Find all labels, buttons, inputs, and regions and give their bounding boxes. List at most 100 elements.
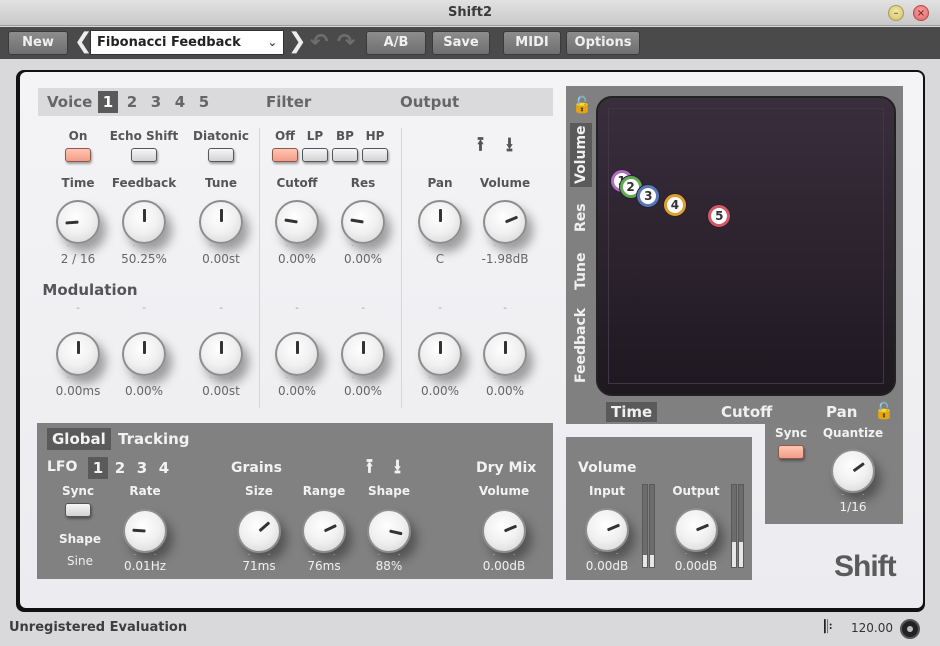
xy-pad[interactable]: 12345 [596,96,896,396]
voice-tab-1[interactable]: 1 [98,91,118,113]
window-title: Shift2 [448,5,492,20]
midi-button[interactable]: MIDI [503,31,561,55]
grains-upload-icon[interactable]: ⭱ [366,452,373,486]
grain-size-knob[interactable] [237,509,281,553]
new-button[interactable]: New [8,31,68,55]
echo-shift-toggle[interactable] [131,148,157,162]
volume-mod-knob[interactable] [483,332,527,376]
redo-icon[interactable]: ↷ [337,30,355,56]
tab-tracking[interactable]: Tracking [113,428,195,450]
lfo-shape-value[interactable]: Sine [67,554,93,568]
output-volume-label: Output [672,484,720,498]
voice-dot-4[interactable]: 4 [663,193,686,216]
x-tab-time[interactable]: Time [606,402,658,422]
tune-label: Tune [204,176,238,190]
options-button[interactable]: Options [566,31,640,55]
volume-mod-knob-range-marks: ·· [493,374,535,382]
voice-tab-2[interactable]: 2 [122,91,142,113]
y-tab-feedback[interactable]: Feedback [570,305,592,385]
y-tab-volume[interactable]: Volume [570,123,592,187]
filter-hp-toggle[interactable] [362,148,388,162]
grain-size-knob-range-marks: ·· [247,551,289,559]
time-knob[interactable] [56,200,100,244]
ab-button[interactable]: A/B [366,31,426,55]
minimize-button[interactable]: – [888,5,904,21]
tune-knob-range-marks: ·· [209,242,251,250]
upload-icon[interactable]: ⭱ [477,130,484,164]
pan-mod-knob[interactable] [418,332,462,376]
grain-shape-knob[interactable] [367,509,411,553]
time-mod-knob[interactable] [56,332,100,376]
voice-header: Voice 1 2 3 4 5 Filter Output [38,88,553,116]
grain-shape-knob-range-marks: ·· [377,551,419,559]
output-volume-knob[interactable] [674,508,718,552]
voice-tab-5[interactable]: 5 [194,91,214,113]
lfo-rate-knob[interactable] [123,509,167,553]
tempo-value[interactable]: 120.00 [851,621,893,635]
feedback-mod-knob[interactable] [122,332,166,376]
tune-mod-value: 0.00st [202,384,240,398]
filter-off-toggle[interactable] [272,148,298,162]
y-tab-res[interactable]: Res [570,198,592,238]
input-meter-right [649,484,655,568]
quantize-knob[interactable] [831,449,875,493]
cutoff-mod-knob-range-marks: ·· [285,374,327,382]
chevron-down-icon: ⌄ [267,36,277,49]
input-volume-knob[interactable] [585,508,629,552]
voice-dot-3[interactable]: 3 [637,184,660,207]
volume-knob[interactable] [483,200,527,244]
tab-global[interactable]: Global [47,428,111,450]
output-meter-right [738,484,744,568]
save-button[interactable]: Save [432,31,490,55]
next-preset-icon[interactable]: ❯ [288,29,306,55]
quantize-value: 1/16 [839,500,867,514]
filter-off-label: Off [275,129,295,143]
x-tab-pan[interactable]: Pan [821,402,862,422]
metronome-icon[interactable]: 𝄆 [824,617,833,638]
lfo-sync-toggle[interactable] [65,503,91,517]
midi-connector-icon[interactable] [900,619,920,639]
preset-select[interactable]: Fibonacci Feedback ⌄ [90,30,284,55]
volume-value: -1.98dB [481,252,529,266]
on-label: On [68,129,88,143]
grain-range-knob[interactable] [302,509,346,553]
grains-download-icon[interactable]: ⭳ [394,452,401,486]
close-button[interactable]: × [913,5,929,21]
res-label: Res [350,176,376,190]
feedback-mod-value: 0.00% [124,384,164,398]
lfo-tab-1[interactable]: 1 [88,457,108,479]
x-lock-icon[interactable]: 🔓 [874,401,894,420]
download-icon[interactable]: ⭳ [506,130,513,164]
input-meter-left [642,484,648,568]
diatonic-toggle[interactable] [208,148,234,162]
tune-knob[interactable] [199,200,243,244]
lfo-tab-2[interactable]: 2 [110,457,130,479]
feedback-mod-knob-range-marks: ·· [132,374,174,382]
input-volume-knob-pointer [606,523,620,532]
feedback-knob[interactable] [122,200,166,244]
y-lock-icon[interactable]: 🔓 [572,95,592,114]
y-tab-tune[interactable]: Tune [570,248,592,294]
echo-shift-label: Echo Shift [109,129,179,143]
voice-tab-3[interactable]: 3 [146,91,166,113]
res-knob[interactable] [341,200,385,244]
lfo-tab-4[interactable]: 4 [154,457,174,479]
filter-bp-toggle[interactable] [332,148,358,162]
voice-tab-4[interactable]: 4 [170,91,190,113]
feedback-knob-pointer [142,209,146,222]
tune-mod-knob[interactable] [199,332,243,376]
pan-knob[interactable] [418,200,462,244]
filter-lp-toggle[interactable] [302,148,328,162]
undo-icon[interactable]: ↶ [310,30,328,56]
cutoff-mod-knob[interactable] [275,332,319,376]
voice-dot-5[interactable]: 5 [708,205,731,228]
on-toggle[interactable] [65,148,91,162]
lfo-tab-3[interactable]: 3 [132,457,152,479]
dry-mix-volume-knob[interactable] [482,509,526,553]
cutoff-knob[interactable] [275,200,319,244]
feedback-value: 50.25% [121,252,167,266]
pad-sync-toggle[interactable] [778,445,804,459]
x-tab-cutoff[interactable]: Cutoff [716,402,777,422]
lfo-header: LFO [47,459,78,475]
res-mod-knob[interactable] [341,332,385,376]
